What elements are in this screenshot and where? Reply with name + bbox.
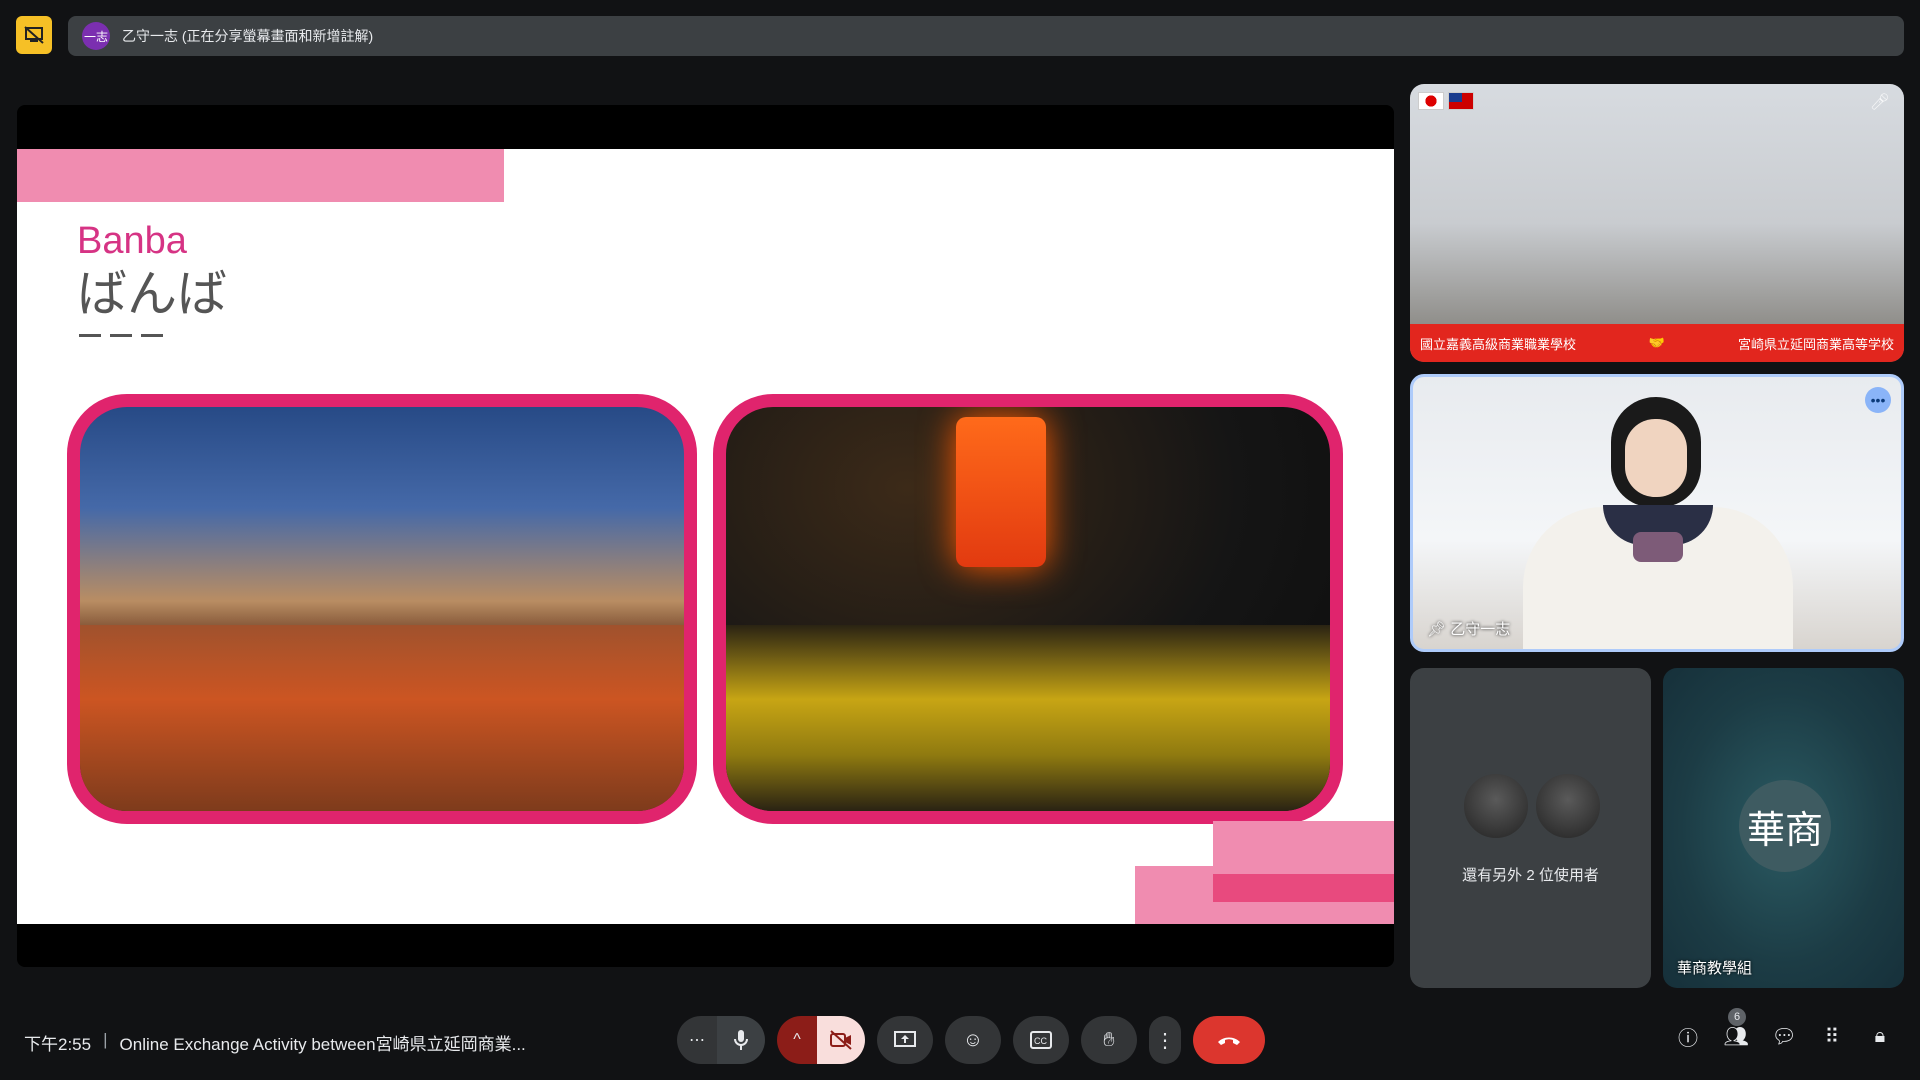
flags — [1418, 92, 1474, 110]
info-icon[interactable]: ⓘ — [1676, 1024, 1700, 1050]
mic-off-icon: 🎤︎ — [1869, 94, 1890, 111]
mic-icon[interactable] — [717, 1016, 765, 1064]
festival-photo-left — [67, 394, 697, 824]
camera-control: ^ — [777, 1016, 865, 1064]
top-bar: 一志 乙守一志 (正在分享螢幕畫面和新增註解) — [0, 0, 1920, 72]
activities-icon[interactable]: ⠿ — [1820, 1024, 1844, 1048]
participant-tile-group[interactable]: 華商 華商教學組 — [1663, 668, 1904, 988]
captions-icon[interactable]: CC — [1013, 1016, 1069, 1064]
others-count-text: 還有另外 2 位使用者 — [1462, 867, 1599, 884]
other-avatars — [1462, 772, 1602, 840]
slide-divider — [79, 334, 163, 337]
classroom-banner: 國立嘉義高級商業職業學校 🤝 宮崎県立延岡商業高等学校 — [1410, 324, 1904, 362]
handshake-icon: 🤝 — [1648, 335, 1666, 350]
participant-tile-others[interactable]: 還有另外 2 位使用者 — [1410, 668, 1651, 988]
meeting-info: 下午2:55 | Online Exchange Activity betwee… — [24, 1030, 526, 1055]
festival-photo-right — [713, 394, 1343, 824]
speaker-video — [1523, 397, 1793, 649]
slide-decoration — [1213, 874, 1394, 902]
slide-title-jp: ばんば — [77, 265, 227, 323]
avatar — [1534, 772, 1602, 840]
bottom-bar: 下午2:55 | Online Exchange Activity betwee… — [0, 1000, 1920, 1080]
host-controls-icon[interactable]: 🔒︎ — [1868, 1024, 1892, 1048]
call-controls: ⋯ ^ ☺ CC ✋︎ ⋮ — [677, 1016, 1265, 1064]
camera-off-icon[interactable] — [817, 1016, 865, 1064]
raise-hand-icon[interactable]: ✋︎ — [1081, 1016, 1137, 1064]
more-options-icon[interactable]: ••• — [1865, 387, 1891, 413]
avatar — [1462, 772, 1530, 840]
presenter-status: 乙守一志 (正在分享螢幕畫面和新增註解) — [122, 28, 374, 44]
participant-tile-speaker[interactable]: ••• 📌︎ 乙守一志 — [1410, 374, 1904, 652]
svg-text:CC: CC — [1034, 1036, 1047, 1046]
side-panel-controls: ⓘ 👥︎ 6 💬︎ ⠿ 🔒︎ — [1676, 1008, 1892, 1050]
banner-right-text: 宮崎県立延岡商業高等学校 — [1737, 336, 1894, 352]
end-call-icon[interactable] — [1193, 1016, 1265, 1064]
presenter-banner: 一志 乙守一志 (正在分享螢幕畫面和新增註解) — [68, 16, 1904, 56]
separator: | — [103, 1030, 108, 1049]
emoji-icon[interactable]: ☺ — [945, 1016, 1001, 1064]
people-icon[interactable]: 👥︎ 6 — [1723, 1008, 1749, 1048]
group-name: 華商教學組 — [1677, 960, 1753, 977]
shared-slide: Banba ばんば — [17, 149, 1394, 924]
present-now-icon[interactable] — [877, 1016, 933, 1064]
banner-left-text: 國立嘉義高級商業職業學校 — [1420, 336, 1577, 352]
chat-icon[interactable]: 💬︎ — [1771, 1024, 1796, 1048]
taiwan-flag-icon — [1448, 92, 1474, 110]
present-icon[interactable] — [16, 16, 52, 54]
presenter-avatar: 一志 — [82, 22, 110, 50]
mic-control: ⋯ — [677, 1016, 765, 1064]
audio-options-icon[interactable]: ⋯ — [677, 1016, 717, 1064]
lantern-tower — [956, 417, 1046, 567]
japan-flag-icon — [1418, 92, 1444, 110]
clock: 下午2:55 — [24, 1035, 92, 1054]
avatar: 華商 — [1739, 780, 1831, 872]
slide-decoration — [1213, 821, 1394, 866]
slide-decoration — [17, 149, 504, 202]
speaker-name: 📌︎ 乙守一志 — [1427, 621, 1511, 638]
chevron-up-icon[interactable]: ^ — [777, 1016, 817, 1064]
meeting-title: Online Exchange Activity between宮崎県立延岡商業… — [119, 1035, 526, 1054]
presentation-stage: Banba ばんば — [17, 105, 1394, 967]
participant-tile-classroom[interactable]: 🎤︎ 國立嘉義高級商業職業學校 🤝 宮崎県立延岡商業高等学校 — [1410, 84, 1904, 362]
people-count-badge: 6 — [1728, 1008, 1746, 1026]
more-options-icon[interactable]: ⋮ — [1149, 1016, 1181, 1064]
